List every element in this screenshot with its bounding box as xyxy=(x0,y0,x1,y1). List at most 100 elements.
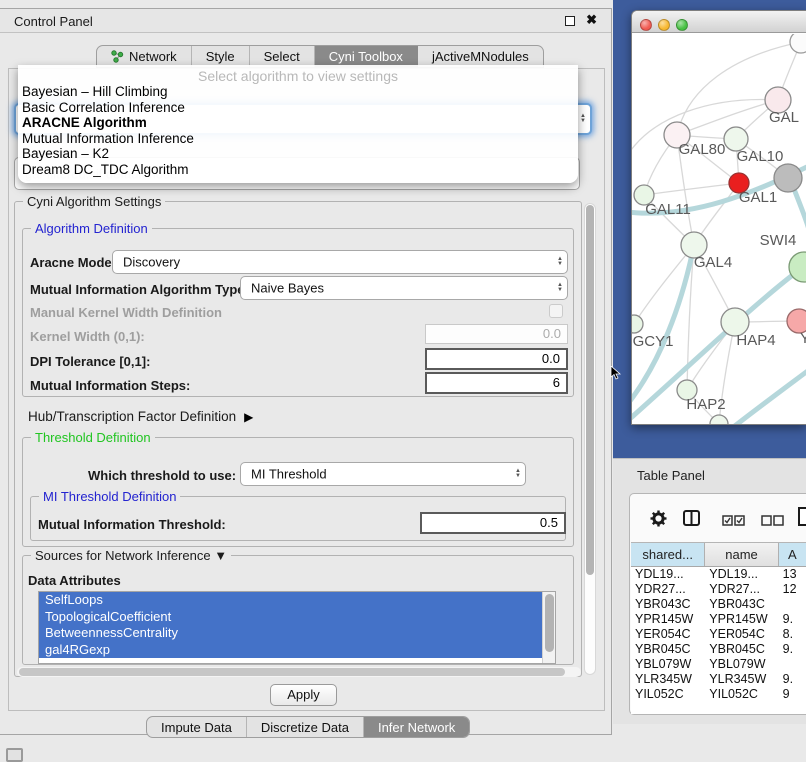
network-graph-canvas[interactable]: GALGAL80GAL10GAL1GAL11GAL4SWI4GCY1HAP4YH… xyxy=(632,34,806,425)
column-header-shared[interactable]: shared... xyxy=(631,543,705,566)
aracne-mode-label: Aracne Mode: xyxy=(30,255,116,270)
table-cell: YPR145W xyxy=(705,612,778,627)
tab-style[interactable]: Style xyxy=(192,46,250,67)
node-label: HAP4 xyxy=(736,332,775,349)
table-row[interactable]: YER054CYER054C8. xyxy=(631,627,806,642)
tab-select[interactable]: Select xyxy=(250,46,315,67)
mi-threshold-label: Mutual Information Threshold: xyxy=(38,517,226,532)
network-graph: GALGAL80GAL10GAL1GAL11GAL4SWI4GCY1HAP4YH… xyxy=(632,34,806,425)
tab-label: Network xyxy=(129,46,177,67)
control-panel-titlebar[interactable]: Control Panel ✖ xyxy=(0,9,611,33)
network-window-titlebar[interactable] xyxy=(632,11,806,33)
network-node[interactable] xyxy=(790,34,806,53)
table-cell: YDR27... xyxy=(705,582,778,597)
table-row[interactable]: YPR145WYPR145W9. xyxy=(631,612,806,627)
table-cell: YDL19... xyxy=(631,567,705,582)
scrollbar-thumb[interactable] xyxy=(586,205,594,575)
deselect-all-checkboxes-icon[interactable] xyxy=(761,513,785,531)
table-row[interactable]: YBR045CYBR045C9. xyxy=(631,642,806,657)
tab-discretize-data[interactable]: Discretize Data xyxy=(247,717,364,737)
attribute-list-item[interactable]: SelfLoops xyxy=(39,592,544,609)
gear-icon[interactable] xyxy=(650,510,667,532)
network-view-window[interactable]: GALGAL80GAL10GAL1GAL11GAL4SWI4GCY1HAP4YH… xyxy=(631,10,806,425)
mi-threshold-field[interactable]: 0.5 xyxy=(420,512,566,534)
expand-arrow-icon[interactable]: ▶ xyxy=(244,410,253,424)
attribute-list-item[interactable]: gal4RGexp xyxy=(39,642,544,659)
algorithm-option[interactable]: Bayesian – Hill Climbing xyxy=(18,84,578,100)
tab-cyni-toolbox[interactable]: Cyni Toolbox xyxy=(315,46,418,67)
close-traffic-light-icon[interactable] xyxy=(640,19,652,31)
new-table-icon[interactable] xyxy=(798,507,806,531)
tab-impute-data[interactable]: Impute Data xyxy=(147,717,247,737)
mi-threshold-group-title: MI Threshold Definition xyxy=(39,489,180,504)
tab-jactivemnodules[interactable]: jActiveMNodules xyxy=(418,46,543,67)
network-node[interactable] xyxy=(710,415,728,425)
table-cell: YBL079W xyxy=(631,657,705,672)
data-attributes-list[interactable]: SelfLoopsTopologicalCoefficientBetweenne… xyxy=(38,591,556,664)
aracne-mode-combobox[interactable]: Discovery ▲▼ xyxy=(112,250,568,274)
table-header-row: shared...nameA xyxy=(631,543,806,567)
tab-network[interactable]: Network xyxy=(97,46,192,67)
table-row[interactable]: YBR043CYBR043C xyxy=(631,597,806,612)
manual-kernel-width-checkbox[interactable] xyxy=(549,304,563,318)
apply-button[interactable]: Apply xyxy=(270,684,337,706)
attributes-list-scrollbar[interactable] xyxy=(542,592,555,663)
kernel-width-field[interactable]: 0.0 xyxy=(425,324,568,344)
columns-icon[interactable] xyxy=(683,510,700,531)
zoom-traffic-light-icon[interactable] xyxy=(676,19,688,31)
dpi-tolerance-field[interactable]: 0.0 xyxy=(425,348,568,370)
attribute-list-item[interactable]: BetweennessCentrality xyxy=(39,625,544,642)
scrollbar-thumb[interactable] xyxy=(19,668,565,676)
tab-label: jActiveMNodules xyxy=(432,46,529,67)
column-header-A[interactable]: A xyxy=(779,543,806,566)
table-cell: YBR043C xyxy=(705,597,778,612)
table-cell: 9. xyxy=(779,642,806,657)
network-edge[interactable] xyxy=(727,364,806,425)
table-row[interactable]: YDL19...YDL19...13 xyxy=(631,567,806,582)
table-card: shared...nameA YDL19...YDL19...13YDR27..… xyxy=(629,493,806,715)
table-cell xyxy=(779,657,806,672)
settings-vertical-scrollbar[interactable] xyxy=(584,203,596,675)
algorithm-option[interactable]: ARACNE Algorithm xyxy=(18,115,578,131)
combo-stepper-icon: ▲▼ xyxy=(580,114,586,124)
manual-kernel-width-label: Manual Kernel Width Definition xyxy=(30,305,222,320)
scrollbar-thumb[interactable] xyxy=(545,594,554,652)
algorithm-option[interactable]: Mutual Information Inference xyxy=(18,131,578,147)
hub-definition-expander[interactable]: Hub/Transcription Factor Definition▶ xyxy=(28,409,253,424)
table-cell: 12 xyxy=(779,582,806,597)
close-panel-icon[interactable]: ✖ xyxy=(586,12,597,28)
table-cell: YDL19... xyxy=(705,567,778,582)
attribute-list-item[interactable]: TopologicalCoefficient xyxy=(39,609,544,626)
table-row[interactable]: YDR27...YDR27...12 xyxy=(631,582,806,597)
tab-infer-network[interactable]: Infer Network xyxy=(364,717,469,737)
table-cell: YPR145W xyxy=(631,612,705,627)
column-header-name[interactable]: name xyxy=(705,543,778,566)
minimized-panel-icon[interactable] xyxy=(6,748,23,762)
network-node[interactable] xyxy=(774,164,802,192)
network-edge[interactable] xyxy=(644,183,739,195)
minimize-traffic-light-icon[interactable] xyxy=(658,19,670,31)
network-node-gcy1[interactable] xyxy=(632,315,643,333)
select-all-checkboxes-icon[interactable] xyxy=(722,513,746,531)
settings-horizontal-scrollbar[interactable] xyxy=(17,667,581,677)
which-threshold-combobox[interactable]: MI Threshold ▲▼ xyxy=(240,462,526,486)
table-row[interactable]: YLR345WYLR345W9. xyxy=(631,672,806,687)
table-row[interactable]: YIL052CYIL052C9 xyxy=(631,687,806,702)
collapse-arrow-icon[interactable]: ▼ xyxy=(214,548,227,563)
table-cell: YLR345W xyxy=(705,672,778,687)
cyni-bottom-tabs: Impute DataDiscretize DataInfer Network xyxy=(146,716,470,738)
algorithm-definition-title: Algorithm Definition xyxy=(31,221,152,236)
algorithm-option[interactable]: Basic Correlation Inference xyxy=(18,100,578,116)
table-row[interactable]: YBL079WYBL079W xyxy=(631,657,806,672)
algorithm-option[interactable]: Dream8 DC_TDC Algorithm xyxy=(18,162,578,178)
table-cell: 13 xyxy=(779,567,806,582)
algorithm-option[interactable]: Bayesian – K2 xyxy=(18,146,578,162)
sources-group-title: Sources for Network Inference ▼ xyxy=(31,548,231,563)
node-table[interactable]: shared...nameA YDL19...YDL19...13YDR27..… xyxy=(631,542,806,714)
mi-algorithm-type-combobox[interactable]: Naive Bayes ▲▼ xyxy=(240,276,568,300)
table-cell: YDR27... xyxy=(631,582,705,597)
mi-steps-field[interactable]: 6 xyxy=(425,372,568,394)
float-window-icon[interactable] xyxy=(565,16,575,26)
table-cell: 9 xyxy=(779,687,806,702)
network-icon xyxy=(111,50,124,63)
